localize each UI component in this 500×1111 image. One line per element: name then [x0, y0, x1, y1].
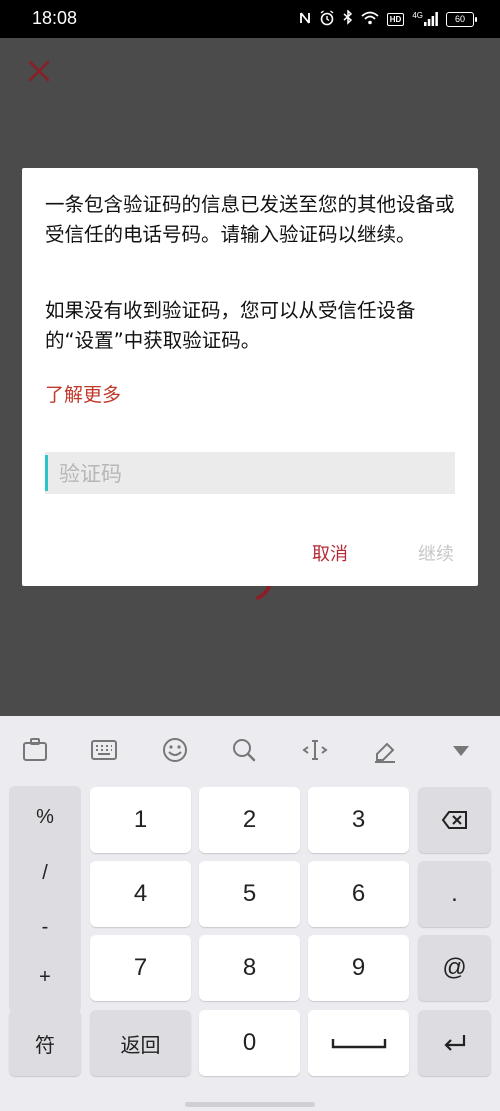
key-6[interactable]: 6 — [308, 861, 409, 927]
key-4[interactable]: 4 — [90, 861, 191, 927]
home-indicator — [185, 1102, 315, 1107]
space-key[interactable] — [308, 1010, 409, 1076]
verification-code-input[interactable]: 验证码 — [45, 452, 455, 494]
key-5[interactable]: 5 — [199, 861, 300, 927]
signal-label: 4G — [412, 11, 423, 20]
verification-dialog: 一条包含验证码的信息已发送至您的其他设备或受信任的电话号码。请输入验证码以继续。… — [22, 168, 478, 586]
status-time: 18:08 — [32, 8, 78, 28]
continue-button[interactable]: 继续 — [418, 540, 454, 566]
at-key[interactable]: @ — [418, 935, 491, 1001]
symbol-column: % / - + — [9, 786, 81, 1013]
key-0[interactable]: 0 — [199, 1010, 300, 1076]
key-8[interactable]: 8 — [199, 935, 300, 1001]
dialog-message-help: 如果没有收到验证码，您可以从受信任设备的“设置”中获取验证码。 — [45, 299, 416, 352]
status-icons: HD 4G 60 — [299, 9, 477, 29]
nfc-icon — [299, 11, 311, 28]
cancel-button[interactable]: 取消 — [312, 540, 348, 566]
emoji-icon[interactable] — [161, 736, 189, 764]
learn-more-link[interactable]: 了解更多 — [45, 380, 121, 407]
dialog-message-sent: 一条包含验证码的信息已发送至您的其他设备或受信任的电话号码。请输入验证码以继续。 — [45, 193, 455, 246]
keyboard: % / - + 1 2 3 4 5 6 . 7 8 9 @ 符 返回 0 — [0, 716, 500, 1111]
enter-icon — [443, 1035, 465, 1051]
back-key[interactable]: 返回 — [90, 1010, 191, 1076]
alarm-icon — [319, 9, 335, 29]
symbol-key-plus[interactable]: + — [9, 966, 81, 989]
status-bar: 18:08 HD 4G 60 — [0, 0, 500, 38]
battery-icon: 60 — [446, 11, 477, 27]
keyboard-toolbar — [0, 716, 500, 782]
close-icon[interactable] — [26, 58, 52, 84]
keyboard-layout-icon[interactable] — [90, 736, 118, 764]
symbol-key-slash[interactable]: / — [9, 862, 81, 885]
symbol-key-percent[interactable]: % — [9, 806, 81, 829]
key-7[interactable]: 7 — [90, 935, 191, 1001]
dot-key[interactable]: . — [418, 861, 491, 927]
key-3[interactable]: 3 — [308, 787, 409, 853]
search-icon[interactable] — [230, 736, 258, 764]
backspace-key[interactable] — [418, 787, 491, 853]
key-2[interactable]: 2 — [199, 787, 300, 853]
symbol-key-minus[interactable]: - — [9, 916, 81, 939]
backspace-icon — [441, 811, 467, 829]
clipboard-icon[interactable] — [21, 736, 49, 764]
key-1[interactable]: 1 — [90, 787, 191, 853]
bluetooth-icon — [343, 9, 353, 28]
wifi-icon — [361, 11, 379, 28]
hd-icon: HD — [386, 12, 405, 26]
space-icon — [331, 1039, 386, 1049]
enter-key[interactable] — [418, 1010, 491, 1076]
cursor-move-icon[interactable] — [301, 736, 329, 764]
edit-icon[interactable] — [371, 736, 399, 764]
signal-icon: 4G — [412, 12, 438, 26]
symbols-key[interactable]: 符 — [9, 1010, 81, 1076]
key-9[interactable]: 9 — [308, 935, 409, 1001]
text-cursor — [45, 455, 48, 491]
hide-keyboard-icon[interactable] — [447, 736, 475, 764]
